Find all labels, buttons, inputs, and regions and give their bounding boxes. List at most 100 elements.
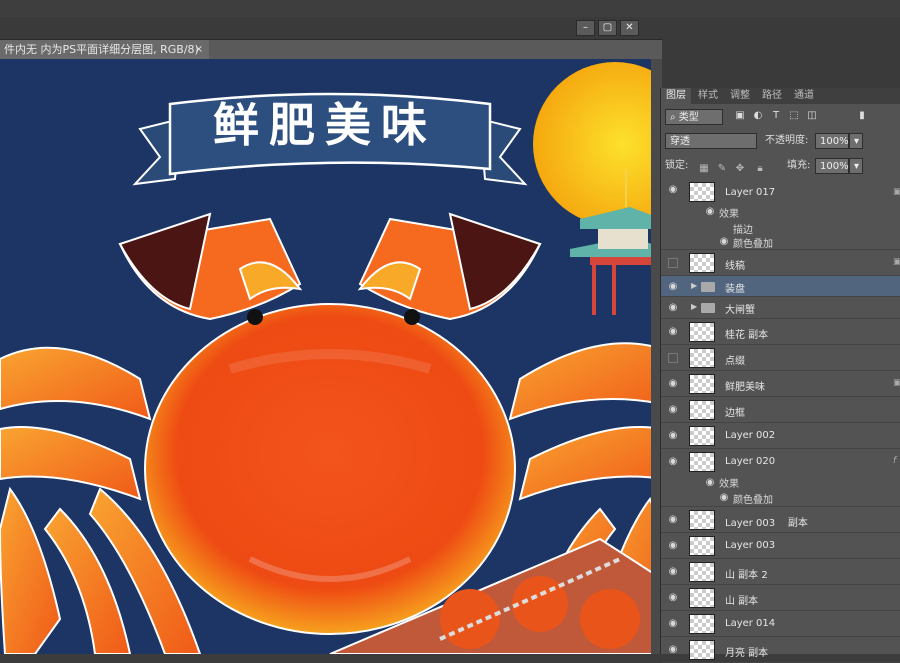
filter-shape-icon[interactable]: ⬚	[787, 109, 801, 123]
lock-label: 锁定:	[665, 160, 689, 171]
document-tab[interactable]: 件内无 内为PS平面详细分层图, RGB/8) ×	[0, 40, 209, 59]
blend-mode-select[interactable]: 穿透	[665, 133, 757, 149]
minimize-button[interactable]: –	[576, 20, 595, 36]
effect-color-overlay[interactable]: 颜色叠加	[733, 491, 773, 506]
close-tab-icon[interactable]: ×	[195, 40, 203, 59]
layer-effects-label: 效果	[719, 479, 739, 490]
visibility-eye-icon[interactable]: ◉	[666, 644, 680, 656]
filter-toggle-icon[interactable]: ▮	[855, 109, 869, 123]
layer-name: 大闸蟹	[725, 305, 755, 316]
visibility-eye-icon[interactable]: ◉	[666, 302, 680, 314]
fx-icon[interactable]: f	[893, 456, 896, 466]
visibility-off-box[interactable]	[668, 258, 678, 268]
visibility-eye-icon[interactable]: ◉	[666, 514, 680, 526]
opacity-input[interactable]: 100%	[815, 133, 849, 149]
filter-smartobject-icon[interactable]: ◫	[805, 109, 819, 123]
layer-name: 山 副本	[725, 596, 759, 607]
opacity-dropdown-icon[interactable]: ▾	[849, 133, 863, 149]
layer-row-moon-copy[interactable]: ◉ 月亮 副本	[661, 637, 900, 663]
filter-kind-value: 类型	[678, 112, 699, 123]
lock-transparent-icon[interactable]: ▦	[697, 162, 711, 176]
visibility-eye-icon[interactable]: ◉	[666, 618, 680, 630]
crab-eye-right	[404, 309, 420, 325]
visibility-eye-icon[interactable]: ◉	[666, 566, 680, 578]
layers-panel: 图层 样式 调整 路径 通道 ⌕ 类型 ▣ ◐ T ⬚ ◫ ▮ 穿透 不透明度:…	[660, 88, 900, 663]
layer-name: 边框	[725, 408, 745, 419]
visibility-eye-icon[interactable]: ◉	[666, 404, 680, 416]
effects-eye-icon[interactable]: ◉	[703, 477, 717, 489]
layer-name: 月亮 副本	[725, 648, 769, 659]
layer-row-layer-002[interactable]: ◉ Layer 002	[661, 423, 900, 449]
folder-icon	[701, 303, 715, 313]
layer-row-mountain-copy-2[interactable]: ◉ 山 副本 2	[661, 559, 900, 585]
visibility-eye-icon[interactable]: ◉	[666, 592, 680, 604]
layer-row-layer-014[interactable]: ◉ Layer 014	[661, 611, 900, 637]
fill-input[interactable]: 100%	[815, 158, 849, 174]
tab-channels[interactable]: 通道	[789, 88, 819, 104]
effects-eye-icon[interactable]: ◉	[703, 206, 717, 218]
maximize-button[interactable]: ▢	[598, 20, 617, 36]
layer-thumbnail	[689, 588, 715, 608]
visibility-eye-icon[interactable]: ◉	[666, 456, 680, 468]
layer-thumbnail	[689, 536, 715, 556]
layer-name: 点缀	[725, 356, 745, 367]
workspace-top-strip	[0, 0, 900, 17]
filter-adjustment-icon[interactable]: ◐	[751, 109, 765, 123]
tab-styles[interactable]: 样式	[693, 88, 723, 104]
panel-tab-bar: 图层 样式 调整 路径 通道	[661, 88, 900, 104]
opacity-label: 不透明度:	[765, 135, 809, 146]
visibility-eye-icon[interactable]: ◉	[666, 326, 680, 338]
visibility-eye-icon[interactable]: ◉	[666, 378, 680, 390]
layer-filter-select[interactable]: ⌕ 类型	[665, 109, 723, 125]
search-icon: ⌕	[670, 112, 679, 123]
effect-eye-icon[interactable]: ◉	[717, 236, 731, 248]
effect-eye-icon[interactable]: ◉	[717, 492, 731, 504]
lock-position-icon[interactable]: ✥	[733, 162, 747, 176]
layer-row-layer-003-copy[interactable]: ◉ Layer 003 副本	[661, 507, 900, 533]
visibility-eye-icon[interactable]: ◉	[666, 184, 680, 196]
layer-name: 鲜肥美味	[725, 382, 765, 393]
lock-all-icon[interactable]: 🔒︎	[753, 162, 767, 176]
tab-adjustments[interactable]: 调整	[725, 88, 755, 104]
close-window-button[interactable]: ✕	[620, 20, 639, 36]
filter-type-icon[interactable]: T	[769, 109, 783, 123]
visibility-off-box[interactable]	[668, 353, 678, 363]
layer-thumbnail	[689, 562, 715, 582]
tab-paths[interactable]: 路径	[757, 88, 787, 104]
layer-row-plating-group[interactable]: ◉ ▶ 装盘	[661, 276, 900, 297]
layer-lock-icon: ▣	[893, 378, 900, 388]
layer-row-osmanthus-copy[interactable]: ◉ 桂花 副本	[661, 319, 900, 345]
layer-lock-icon: ▣	[893, 187, 900, 197]
layer-row-border[interactable]: ◉ 边框	[661, 397, 900, 423]
layer-row-title-text[interactable]: ◉ 鲜肥美味 ▣	[661, 371, 900, 397]
fill-label: 填充:	[787, 160, 811, 171]
layer-name: Layer 003 副本	[725, 518, 808, 529]
fill-dropdown-icon[interactable]: ▾	[849, 158, 863, 174]
layer-name: Layer 017	[725, 187, 776, 198]
visibility-eye-icon[interactable]: ◉	[666, 540, 680, 552]
layer-row-crab-group[interactable]: ◉ ▶ 大闸蟹	[661, 297, 900, 319]
visibility-eye-icon[interactable]: ◉	[666, 430, 680, 442]
layer-row-layer-017[interactable]: ◉ Layer 017 ▣ ◉ 效果 描边 ◉ 颜色叠加	[661, 178, 900, 250]
layer-row-lineart[interactable]: 线稿 ▣	[661, 250, 900, 276]
document-canvas[interactable]: 鲜肥美味	[0, 59, 662, 654]
expand-arrow-icon[interactable]: ▶	[691, 302, 697, 311]
expand-arrow-icon[interactable]: ▶	[691, 281, 697, 290]
layer-list: ◉ Layer 017 ▣ ◉ 效果 描边 ◉ 颜色叠加 线稿 ▣ ◉ ▶ 装盘…	[661, 178, 900, 663]
layer-row-layer-020[interactable]: ◉ Layer 020 f ◉ 效果 ◉ 颜色叠加	[661, 449, 900, 507]
layer-row-mountain-copy[interactable]: ◉ 山 副本	[661, 585, 900, 611]
tab-layers[interactable]: 图层	[661, 88, 691, 104]
layer-effects-label: 效果	[719, 209, 739, 220]
effect-stroke[interactable]: 描边	[733, 221, 753, 236]
layer-thumbnail	[689, 640, 715, 660]
layer-row-accent[interactable]: 点缀	[661, 345, 900, 371]
layer-thumbnail	[689, 348, 715, 368]
layer-name: Layer 020	[725, 456, 776, 467]
layer-thumbnail	[689, 374, 715, 394]
layer-thumbnail	[689, 452, 715, 472]
lock-image-icon[interactable]: ✎	[715, 162, 729, 176]
layer-row-layer-003[interactable]: ◉ Layer 003	[661, 533, 900, 559]
visibility-eye-icon[interactable]: ◉	[666, 281, 680, 293]
filter-pixel-icon[interactable]: ▣	[733, 109, 747, 123]
effect-color-overlay[interactable]: 颜色叠加	[733, 235, 773, 250]
